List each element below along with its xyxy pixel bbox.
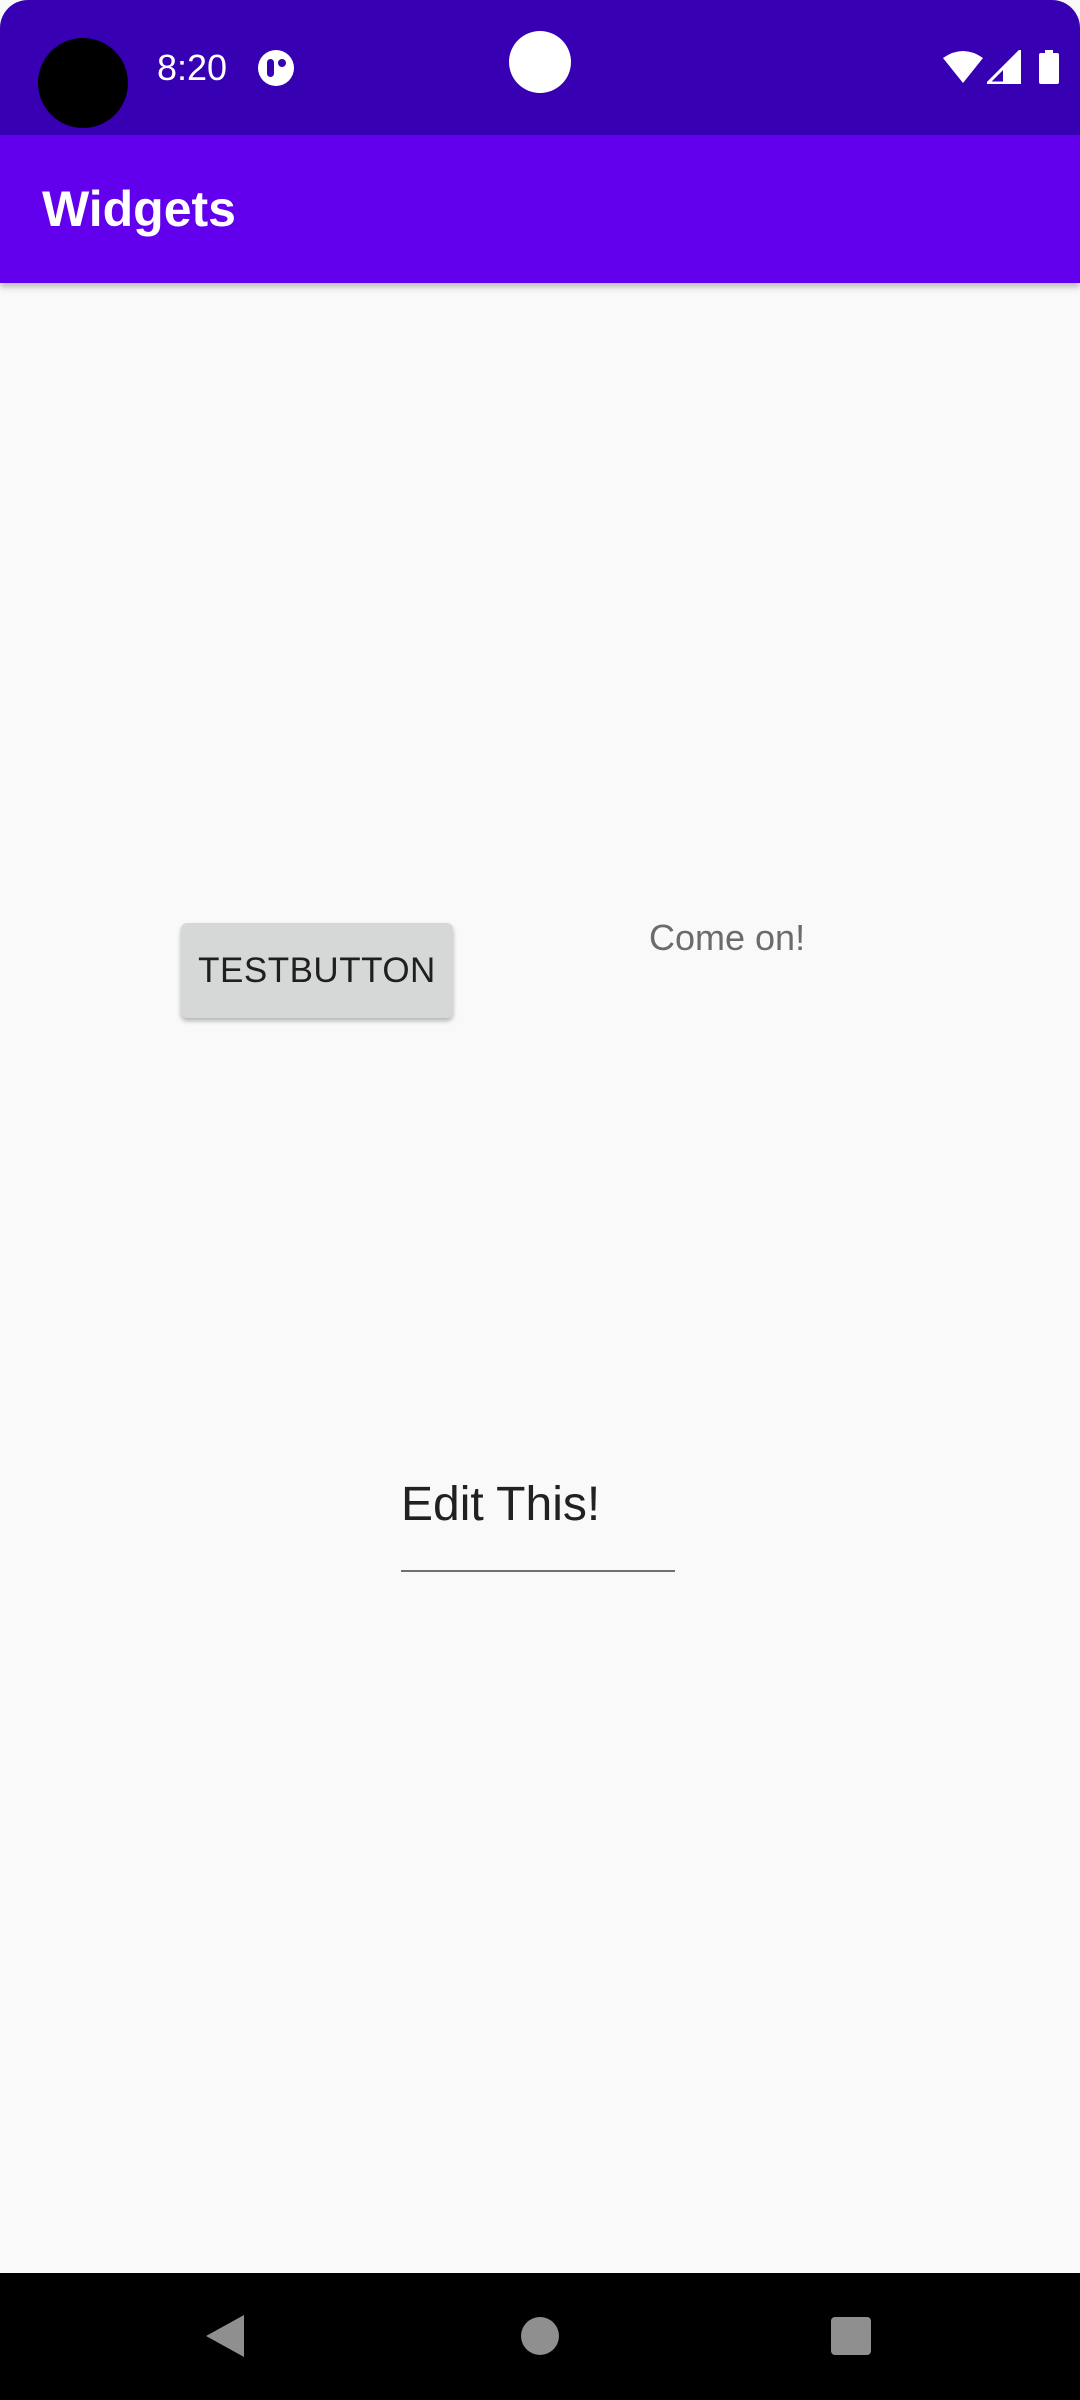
cellular-signal-icon [987, 50, 1021, 84]
test-button[interactable]: TESTBUTTON [181, 923, 453, 1018]
front-camera-dot [509, 31, 571, 93]
battery-icon [1039, 50, 1059, 84]
recents-icon[interactable] [831, 2317, 871, 2355]
edit-text-value[interactable]: Edit This! [401, 1470, 600, 1540]
edit-text-underline [401, 1570, 675, 1572]
navigation-bar [0, 2273, 1080, 2400]
app-bar: Widgets [0, 135, 1080, 283]
status-time: 8:20 [157, 47, 228, 88]
camera-cutout [38, 38, 128, 128]
notification-icon [258, 50, 294, 86]
app-screen: 8:20 Widgets TESTBUTTON Come on! Edit Th… [0, 0, 1080, 2400]
app-title: Widgets [42, 181, 236, 237]
home-icon[interactable] [521, 2317, 559, 2355]
edit-text-field[interactable]: Edit This! [401, 1470, 675, 1574]
status-bar: 8:20 [0, 0, 1080, 135]
back-icon[interactable] [204, 2313, 246, 2359]
come-on-text: Come on! [649, 917, 806, 958]
wifi-icon [943, 51, 983, 83]
